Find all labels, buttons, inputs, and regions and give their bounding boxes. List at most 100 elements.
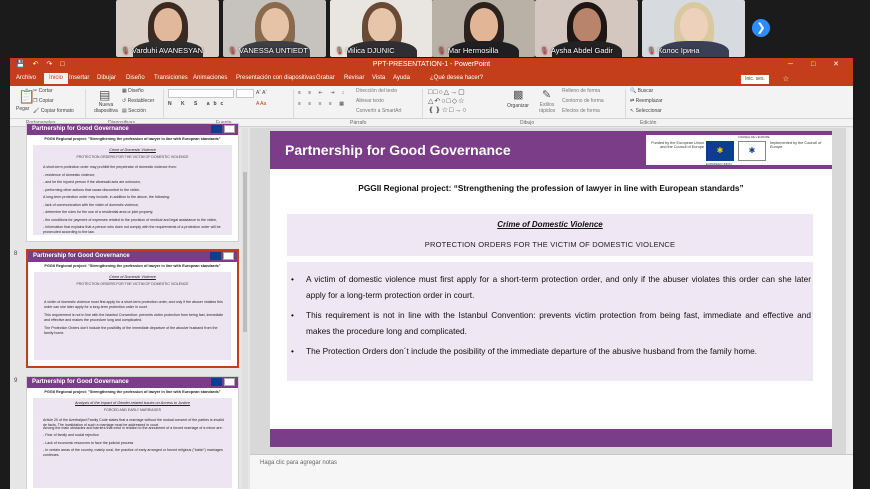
replace-label: Reemplazar	[635, 98, 663, 104]
tab-vista[interactable]: Vista	[372, 75, 385, 81]
participant-tile[interactable]: 🎙 Varduhi AVANESYAN	[116, 0, 219, 57]
tab-diseño[interactable]: Diseño	[126, 75, 145, 81]
replace-button[interactable]: ⇄ Reemplazar	[630, 98, 663, 104]
bullet-2: • This requirement is not in line with th…	[291, 307, 811, 339]
tab--qué-desea-hacer-[interactable]: ¿Qué desea hacer?	[430, 75, 483, 81]
thumb-content-box: Crime of Domestic Violence PROTECTION ORD…	[33, 145, 232, 235]
slide-thumbnail[interactable]: Partnership for Good Governance PGGII Reg…	[26, 249, 239, 368]
list-buttons[interactable]: ≡ ≡ ⇤ ⇥ ↕	[298, 90, 347, 96]
shapes-gallery-row2[interactable]: △↶○□◇☆	[428, 97, 465, 105]
shape-effects-button[interactable]: Efectos de forma	[562, 108, 600, 114]
select-button[interactable]: ↖ Seleccionar	[630, 108, 662, 114]
notes-placeholder[interactable]: Haga clic para agregar notas	[260, 460, 337, 466]
cut-button[interactable]: ✂ Cortar	[33, 88, 53, 94]
font-format-buttons[interactable]: N K S abc	[168, 101, 227, 107]
thumb-header: Partnership for Good Governance	[27, 124, 238, 135]
signin-button[interactable]: Inic. ses.	[741, 75, 769, 84]
editor-scrollbar[interactable]	[846, 128, 853, 454]
shapes-gallery-row3[interactable]: ❴❵☆□→○	[428, 106, 467, 114]
bullet-text: The Protection Orders don´t include the …	[306, 346, 758, 356]
font-size-box[interactable]	[236, 89, 254, 98]
thumb-bullet: A victim of domestic violence must first…	[44, 300, 223, 309]
tab-inicio[interactable]: Inicio	[44, 73, 69, 84]
tab-archivo[interactable]: Archivo	[16, 75, 36, 81]
bullet-text: This requirement is not in line with the…	[306, 310, 811, 336]
participant-tile[interactable]: 🎙 Milica DJUNIC	[330, 0, 433, 57]
participant-face	[679, 8, 708, 42]
thumb-subtitle: PGGII Regional project: "Strengthening t…	[44, 390, 221, 394]
section-button[interactable]: ▤ Sección	[122, 108, 146, 114]
scrollbar-thumb[interactable]	[243, 172, 247, 332]
participant-tile[interactable]: 🎙 VANESSA UNTIEDT	[223, 0, 326, 57]
new-slide-button[interactable]: Nueva diapositiva	[92, 102, 120, 114]
paste-button[interactable]: Pegar	[16, 106, 29, 112]
quick-styles-button[interactable]: Estilos rápidos	[536, 102, 558, 114]
divider	[85, 89, 86, 119]
format-painter-button[interactable]: 🖌 Copiar formato	[33, 108, 74, 114]
current-slide[interactable]: Partnership for Good Governance ​ Funded…	[270, 131, 832, 447]
slide-thumbnail[interactable]: Partnership for Good Governance PGGII Reg…	[26, 123, 239, 242]
find-button[interactable]: 🔍 Buscar	[630, 88, 653, 94]
reset-button[interactable]: ↺ Restablecer	[122, 98, 154, 104]
layout-button[interactable]: ▦ Diseño	[122, 88, 144, 94]
participant-face	[153, 8, 182, 42]
tab-insertar[interactable]: Insertar	[69, 75, 89, 81]
arrange-icon[interactable]: ▩	[513, 88, 523, 101]
font-grow-icon[interactable]: Aˆ Aˇ	[256, 90, 267, 96]
participant-tile[interactable]: 🎙 Колос Ірина	[642, 0, 745, 57]
thumb-title: Crime of Domestic Violence	[109, 275, 156, 279]
eu-flag-logo	[210, 252, 221, 260]
title-bar: 💾 ↶ ↷ □ PPT-PRESENTATION-1 - PowerPoint …	[10, 58, 853, 72]
tab-grabar[interactable]: Grabar	[316, 75, 335, 81]
tab-presentación-con-diapositivas[interactable]: Presentación con diapositivas	[236, 75, 315, 81]
participant-strip: 🎙 Varduhi AVANESYAN 🎙 VANESSA UNTIEDT 🎙 Milic…	[0, 0, 870, 57]
font-color-icon[interactable]: A Aa	[256, 101, 266, 107]
copy-button[interactable]: ❐ Copiar	[33, 98, 54, 104]
participant-face	[367, 8, 396, 42]
thumb-bullet: Among the main obstacles and barriers th…	[43, 425, 223, 430]
participant-name: 🎙 Varduhi AVANESYAN	[121, 46, 203, 55]
participant-name: 🎙 VANESSA UNTIEDT	[228, 46, 308, 55]
tab-transiciones[interactable]: Transiciones	[154, 75, 188, 81]
notes-pane[interactable]: Haga clic para agregar notas	[250, 454, 853, 489]
smartart-button[interactable]: Convertir a SmartArt	[356, 108, 402, 114]
tab-animaciones[interactable]: Animaciones	[193, 75, 227, 81]
thumb-heading: FORCED AND EARLY MARRIAGES	[103, 408, 162, 412]
new-slide-icon[interactable]: ▤	[99, 88, 110, 102]
bullet-dot: •	[291, 346, 294, 356]
shape-outline-button[interactable]: Contorno de forma	[562, 98, 604, 104]
tab-dibujar[interactable]: Dibujar	[97, 75, 116, 81]
shapes-gallery[interactable]: □□○△→▢	[428, 88, 466, 96]
participant-name-text: Milica DJUNIC	[345, 46, 395, 55]
quick-styles-icon[interactable]: ✎	[542, 88, 551, 101]
participant-tile[interactable]: 🎙 Mar Hermosilla	[432, 0, 535, 57]
participant-tile[interactable]: 🎙 Aysha Abdel Gadir	[535, 0, 638, 57]
tab-revisar[interactable]: Revisar	[344, 75, 364, 81]
align-buttons[interactable]: ≡ ≡ ≡ ≡ ▦	[298, 101, 347, 107]
participant-face	[469, 8, 498, 42]
divider	[422, 89, 423, 119]
thumbnail-scrollbar[interactable]	[242, 128, 248, 489]
window-controls[interactable]: ─ □ ✕	[788, 60, 847, 68]
participant-face	[572, 8, 601, 42]
muted-mic-icon: 🎙	[228, 48, 237, 55]
arrange-button[interactable]: Organizar	[507, 103, 529, 109]
muted-mic-icon: 🎙	[335, 48, 344, 55]
arrow-right-icon[interactable]: ❯	[752, 19, 770, 37]
ribbon-group-label: Párrafo	[350, 120, 367, 126]
bullet-3: • The Protection Orders don´t include the…	[291, 343, 811, 359]
slide-number: 9	[14, 378, 18, 384]
align-text-button[interactable]: Alinear texto	[356, 98, 384, 104]
shape-fill-button[interactable]: Relleno de forma	[562, 88, 600, 94]
tab-ayuda[interactable]: Ayuda	[393, 75, 410, 81]
text-direction-button[interactable]: Dirección del texto	[356, 88, 397, 94]
share-icon[interactable]: ☆	[783, 75, 789, 83]
font-name-box[interactable]	[168, 89, 234, 98]
thumb-bullet: - Information that explains that a perso…	[43, 225, 221, 234]
slide-thumbnail[interactable]: Partnership for Good Governance PGGII Reg…	[26, 376, 239, 489]
thumb-bullet: - Lack of economic resources to face the…	[43, 440, 134, 445]
eu-caption: Funded by the European Union and the Cou…	[651, 141, 704, 150]
powerpoint-window: 💾 ↶ ↷ □ PPT-PRESENTATION-1 - PowerPoint …	[10, 58, 853, 489]
thumb-heading: PROTECTION ORDERS FOR THE VICTIM OF DOME…	[76, 155, 189, 159]
section-label: Sección	[128, 108, 146, 114]
